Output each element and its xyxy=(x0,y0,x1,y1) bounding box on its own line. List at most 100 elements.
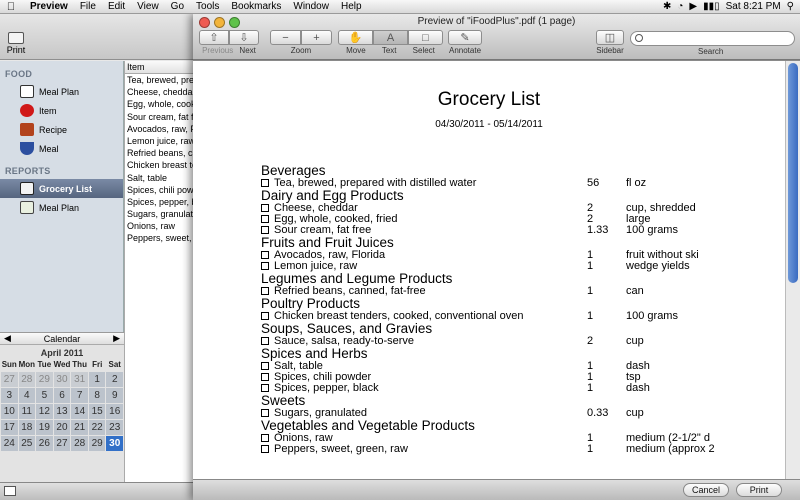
calendar-day[interactable]: 19 xyxy=(36,420,53,435)
calendar-day[interactable]: 7 xyxy=(71,388,88,403)
calendar-day[interactable]: 8 xyxy=(88,388,106,403)
list-item[interactable]: Peppers, sweet, green xyxy=(125,232,200,244)
volume-icon[interactable]: ▶ xyxy=(689,1,697,12)
meal-plan-report-icon xyxy=(20,201,34,214)
calendar-day[interactable]: 5 xyxy=(36,388,53,403)
preview-window: Preview of "iFoodPlus".pdf (1 page) ⇧ ⇩ … xyxy=(193,14,800,500)
select-tool-button[interactable]: □ xyxy=(408,30,443,45)
spotlight-icon[interactable]: ⚲ xyxy=(787,1,794,12)
sidebar-item-meal-plan[interactable]: Meal Plan xyxy=(0,82,123,101)
item-list-header[interactable]: Item xyxy=(125,61,200,74)
calendar-day[interactable]: 30 xyxy=(53,372,71,387)
list-item[interactable]: Salt, table xyxy=(125,172,200,184)
menu-window[interactable]: Window xyxy=(289,1,337,12)
sidebar-item-recipe[interactable]: Recipe xyxy=(0,120,123,139)
list-item[interactable]: Cheese, cheddar xyxy=(125,86,200,98)
calendar-next-icon[interactable]: ▶ xyxy=(113,333,120,344)
list-item[interactable]: Sugars, granulated xyxy=(125,208,200,220)
calendar-day[interactable]: 15 xyxy=(88,404,106,419)
calendar-day[interactable]: 16 xyxy=(106,404,123,419)
annotate-label: Annotate xyxy=(448,46,482,55)
calendar-day[interactable]: 26 xyxy=(36,436,53,451)
battery-icon[interactable]: ▮▮▯ xyxy=(703,1,720,12)
previous-button[interactable]: ⇧ xyxy=(199,30,229,45)
calendar-day[interactable]: 9 xyxy=(106,388,123,403)
menu-view[interactable]: View xyxy=(133,1,167,12)
calendar-day[interactable]: 18 xyxy=(18,420,36,435)
print-submit-button[interactable]: Print xyxy=(736,483,782,497)
sidebar-item-item[interactable]: Item xyxy=(0,101,123,120)
menu-app[interactable]: Preview xyxy=(22,1,76,12)
list-item[interactable]: Spices, chili powder xyxy=(125,184,200,196)
calendar-day[interactable]: 14 xyxy=(71,404,88,419)
list-item[interactable]: Lemon juice, raw xyxy=(125,135,200,147)
menu-help[interactable]: Help xyxy=(337,1,370,12)
calendar-day[interactable]: 1 xyxy=(88,372,106,387)
menu-bookmarks[interactable]: Bookmarks xyxy=(227,1,289,12)
sidebar-item-meal-plan-report[interactable]: Meal Plan xyxy=(0,198,123,217)
sidebar-item-meal[interactable]: Meal xyxy=(0,139,123,158)
menu-edit[interactable]: Edit xyxy=(104,1,133,12)
calendar-day[interactable]: 12 xyxy=(36,404,53,419)
list-item[interactable]: Refried beans, canned xyxy=(125,147,200,159)
calendar-day[interactable]: 31 xyxy=(71,372,88,387)
move-tool-button[interactable]: ✋ xyxy=(338,30,373,45)
apple-menu-icon[interactable]:  xyxy=(0,1,22,13)
up-arrow-icon: ⇧ xyxy=(209,32,219,44)
vertical-scrollbar[interactable] xyxy=(785,61,800,479)
calendar-day[interactable]: 11 xyxy=(18,404,36,419)
search-input[interactable] xyxy=(630,31,795,46)
item-quantity: 1 xyxy=(587,260,594,272)
pdf-page[interactable]: Grocery List 04/30/2011 - 05/14/2011 Bev… xyxy=(193,61,800,479)
next-button[interactable]: ⇩ xyxy=(229,30,259,45)
calendar-day[interactable]: 25 xyxy=(18,436,36,451)
scrollbar-thumb[interactable] xyxy=(788,63,798,283)
calendar-day[interactable]: 10 xyxy=(1,404,18,419)
list-item[interactable]: Avocados, raw, Florida xyxy=(125,123,200,135)
calendar-day[interactable]: 23 xyxy=(106,420,123,435)
calendar-day[interactable]: 17 xyxy=(1,420,18,435)
calendar-weekday: Tue xyxy=(37,360,52,369)
calendar-day[interactable]: 3 xyxy=(1,388,18,403)
sidebar-item-grocery-list[interactable]: Grocery List xyxy=(0,179,123,198)
calendar-day[interactable]: 29 xyxy=(36,372,53,387)
print-button[interactable]: Print xyxy=(4,32,28,55)
calendar-toggle-icon[interactable] xyxy=(4,486,16,496)
list-item[interactable]: Egg, whole, cooked xyxy=(125,98,200,110)
calendar-day[interactable]: 29 xyxy=(88,436,106,451)
text-tool-button[interactable]: A xyxy=(373,30,408,45)
calendar-day[interactable]: 30 xyxy=(106,436,123,451)
menu-tools[interactable]: Tools xyxy=(192,1,227,12)
calendar-day[interactable]: 4 xyxy=(18,388,36,403)
zoom-out-button[interactable]: − xyxy=(270,30,301,45)
calendar-day[interactable]: 27 xyxy=(1,372,18,387)
calendar-day[interactable]: 6 xyxy=(53,388,71,403)
cancel-button[interactable]: Cancel xyxy=(683,483,729,497)
list-item[interactable]: Spices, pepper, black xyxy=(125,196,200,208)
calendar-month: April 2011 xyxy=(40,348,84,358)
list-item[interactable]: Sour cream, fat free xyxy=(125,111,200,123)
calendar-day[interactable]: 28 xyxy=(18,372,36,387)
zoom-in-button[interactable]: + xyxy=(301,30,332,45)
wifi-icon[interactable]: ◔ xyxy=(677,1,683,12)
calendar-day[interactable]: 27 xyxy=(53,436,71,451)
menu-go[interactable]: Go xyxy=(167,1,192,12)
calendar-day[interactable]: 21 xyxy=(71,420,88,435)
calendar-day[interactable]: 24 xyxy=(1,436,18,451)
item-unit: fl oz xyxy=(626,178,647,189)
menu-clock[interactable]: Sat 8:21 PM xyxy=(726,1,781,12)
calendar-prev-icon[interactable]: ◀ xyxy=(4,333,11,344)
menu-file[interactable]: File xyxy=(76,1,104,12)
calendar-day[interactable]: 13 xyxy=(53,404,71,419)
sidebar-toggle-button[interactable]: ◫ xyxy=(596,30,624,45)
calendar-day[interactable]: 28 xyxy=(71,436,88,451)
list-item[interactable]: Tea, brewed, prepared xyxy=(125,74,200,86)
bluetooth-icon[interactable]: ✱ xyxy=(663,1,671,12)
annotate-button[interactable]: ✎ xyxy=(448,30,482,45)
calendar-day[interactable]: 2 xyxy=(106,372,123,387)
calendar-day[interactable]: 22 xyxy=(88,420,106,435)
list-item[interactable]: Onions, raw xyxy=(125,220,200,232)
grocery-report-icon xyxy=(20,182,34,195)
list-item[interactable]: Chicken breast tenders xyxy=(125,159,200,171)
calendar-day[interactable]: 20 xyxy=(53,420,71,435)
